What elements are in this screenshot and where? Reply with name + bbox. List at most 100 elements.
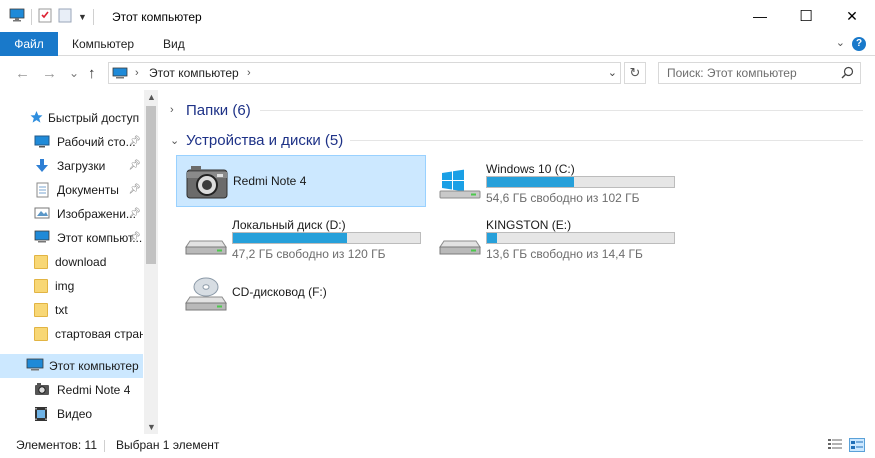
tab-file[interactable]: Файл <box>0 32 58 56</box>
pin-icon[interactable]: 📌︎ <box>128 160 141 171</box>
navigation-bar: ← → ⌄ ↑ Этот компьютер › › ⌄ ↻ <box>0 56 875 90</box>
device-tile-f-drive[interactable]: CD-дисковод (F:) <box>176 267 426 319</box>
sidebar-item-this-pc-pinned[interactable]: Этот компьют... 📌︎ <box>0 226 143 250</box>
details-view-icon[interactable] <box>827 438 843 452</box>
sidebar-item-label: download <box>55 255 107 269</box>
sidebar-item-label: Быстрый доступ <box>48 111 140 125</box>
selection-count: Выбран 1 элемент <box>116 438 220 452</box>
sidebar-item-start-page-folder[interactable]: стартовая стран... <box>0 322 143 346</box>
ribbon-tabs: Файл Компьютер Вид ⌄ ? <box>0 32 875 56</box>
free-space-text: 13,6 ГБ свободно из 14,4 ГБ <box>486 247 643 261</box>
sidebar-item-label: Этот компьютер <box>49 359 139 373</box>
sidebar-item-label: Загрузки <box>57 159 106 173</box>
chevron-right-icon[interactable]: › <box>247 63 251 83</box>
refresh-button[interactable]: ↻ <box>624 62 646 84</box>
sidebar-item-download-folder[interactable]: download <box>0 250 143 274</box>
search-icon[interactable] <box>841 66 854 82</box>
sidebar-item-label: Рабочий сто... <box>57 135 136 149</box>
sidebar-item-label: Изображени... <box>57 207 136 221</box>
camera-device-icon <box>183 162 231 202</box>
group-folders[interactable]: › Папки (6) <box>170 100 251 120</box>
video-icon <box>34 406 50 422</box>
recent-locations-button[interactable]: ⌄ <box>69 66 79 80</box>
close-button[interactable]: ✕ <box>829 0 875 32</box>
search-input[interactable] <box>659 63 829 83</box>
scrollbar-thumb[interactable] <box>146 106 156 264</box>
hard-drive-icon <box>436 217 484 257</box>
usage-bar <box>486 232 675 244</box>
chevron-down-icon[interactable]: ⌄ <box>170 134 179 147</box>
up-button[interactable]: ↑ <box>88 65 96 82</box>
folder-icon <box>34 279 48 293</box>
forward-button[interactable]: → <box>42 65 57 82</box>
minimize-button[interactable]: — <box>737 0 783 32</box>
pin-icon[interactable]: 📌︎ <box>128 184 141 195</box>
device-tile-c-drive[interactable]: Windows 10 (C:) 54,6 ГБ свободно из 102 … <box>430 155 680 207</box>
chevron-right-icon[interactable]: › <box>135 63 139 83</box>
pin-icon[interactable]: 📌︎ <box>128 208 141 219</box>
desktop-icon <box>34 134 50 150</box>
folder-icon <box>34 327 48 341</box>
usage-bar-fill <box>233 233 347 243</box>
search-box[interactable] <box>658 62 861 84</box>
quick-access-toolbar: ▼ <box>9 7 94 26</box>
usage-bar <box>232 232 421 244</box>
star-icon <box>30 110 43 126</box>
divider <box>350 140 863 141</box>
address-dropdown-icon[interactable]: ⌄ <box>608 63 617 83</box>
device-tile-redmi[interactable]: Redmi Note 4 <box>176 155 426 207</box>
address-bar[interactable]: Этот компьютер › › ⌄ <box>108 62 621 84</box>
computer-icon <box>34 230 50 246</box>
sidebar-item-documents[interactable]: Документы 📌︎ <box>0 178 143 202</box>
sidebar-item-this-pc[interactable]: Этот компьютер <box>0 354 143 378</box>
help-icon[interactable]: ? <box>852 37 866 51</box>
computer-icon <box>112 67 128 83</box>
sidebar-item-label: Видео <box>57 407 93 421</box>
tab-view[interactable]: Вид <box>163 32 185 56</box>
device-tile-e-drive[interactable]: KINGSTON (E:) 13,6 ГБ свободно из 14,4 Г… <box>430 211 680 263</box>
folder-icon <box>34 303 48 317</box>
sidebar-item-img-folder[interactable]: img <box>0 274 143 298</box>
windows-drive-icon <box>436 161 484 201</box>
device-name: KINGSTON (E:) <box>486 218 572 232</box>
sidebar-item-desktop[interactable]: Рабочий сто... 📌︎ <box>0 130 143 154</box>
new-folder-icon[interactable] <box>58 7 72 26</box>
sidebar-item-label: стартовая стран... <box>55 327 143 341</box>
sidebar-item-label: img <box>55 279 75 293</box>
group-devices[interactable]: ⌄ Устройства и диски (5) <box>170 130 343 150</box>
pin-icon[interactable]: 📌︎ <box>128 136 141 147</box>
navigation-pane: Быстрый доступ Рабочий сто... 📌︎ Загрузк… <box>0 90 158 434</box>
sidebar-item-quick-access[interactable]: Быстрый доступ <box>0 106 143 130</box>
sidebar-item-downloads[interactable]: Загрузки 📌︎ <box>0 154 143 178</box>
scroll-up-icon[interactable]: ▲ <box>147 92 156 102</box>
device-tile-d-drive[interactable]: Локальный диск (D:) 47,2 ГБ свободно из … <box>176 211 426 263</box>
downloads-icon <box>34 158 50 174</box>
chevron-right-icon[interactable]: › <box>170 104 178 116</box>
breadcrumb[interactable]: Этот компьютер <box>149 63 239 83</box>
sidebar-item-pictures[interactable]: Изображени... 📌︎ <box>0 202 143 226</box>
qat-dropdown-icon[interactable]: ▼ <box>78 12 87 22</box>
back-button[interactable]: ← <box>15 65 30 82</box>
hard-drive-icon <box>182 217 230 257</box>
cd-drive-icon <box>182 273 230 313</box>
properties-icon[interactable] <box>38 7 52 26</box>
sidebar-item-redmi[interactable]: Redmi Note 4 <box>0 378 143 402</box>
device-name: Redmi Note 4 <box>233 174 307 188</box>
documents-icon <box>34 182 50 198</box>
status-bar: Элементов: 11 Выбран 1 элемент <box>0 434 875 458</box>
sidebar-item-txt-folder[interactable]: txt <box>0 298 143 322</box>
free-space-text: 47,2 ГБ свободно из 120 ГБ <box>232 247 386 261</box>
sidebar-scrollbar[interactable]: ▲ ▼ <box>144 90 158 434</box>
title-bar: ▼ Этот компьютер — ☐ ✕ <box>0 0 875 32</box>
scroll-down-icon[interactable]: ▼ <box>147 422 156 432</box>
tab-computer[interactable]: Компьютер <box>72 32 134 56</box>
usage-bar-fill <box>487 177 574 187</box>
expand-ribbon-icon[interactable]: ⌄ <box>836 36 845 49</box>
tiles-view-icon[interactable] <box>849 438 865 452</box>
sidebar-item-video[interactable]: Видео <box>0 402 143 426</box>
divider <box>104 440 105 452</box>
pin-icon[interactable]: 📌︎ <box>128 232 141 243</box>
device-name: Windows 10 (C:) <box>486 162 575 176</box>
divider <box>31 8 32 25</box>
maximize-button[interactable]: ☐ <box>783 0 829 32</box>
